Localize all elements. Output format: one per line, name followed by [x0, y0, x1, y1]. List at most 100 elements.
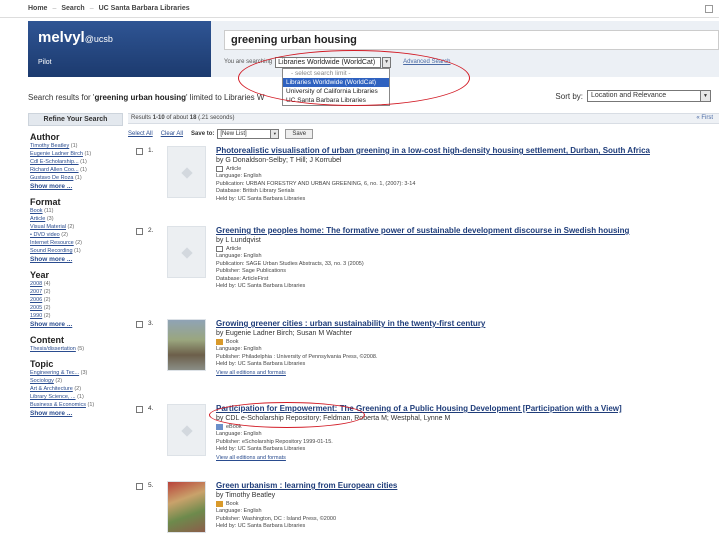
result-checkbox[interactable]	[136, 483, 143, 490]
facet-link[interactable]: Sound Recording	[30, 248, 73, 254]
facet-item: Sound Recording (1)	[30, 247, 123, 255]
result-body: Green urbanism : learning from European …	[216, 481, 716, 531]
facet-link[interactable]: Book	[30, 208, 43, 214]
first-page-link[interactable]: « First	[696, 114, 713, 123]
result-meta: Language: English	[216, 253, 262, 259]
clear-all-link[interactable]: Clear All	[161, 131, 183, 137]
facet-count: (1)	[87, 402, 95, 408]
result-meta: Database: British Library Serials	[216, 188, 295, 194]
facet-link[interactable]: Internet Resource	[30, 240, 74, 246]
facet-link[interactable]: 1990	[30, 313, 42, 319]
facet-group: Author Timothy Beatley (1) Eugenie Ladner …	[28, 132, 123, 191]
result-authors: by Timothy Beatley	[216, 492, 276, 499]
list-select[interactable]: [New List] ▼	[217, 129, 280, 139]
facet-group: Content Thesis/dissertation (5)	[28, 335, 123, 353]
facet-link[interactable]: Gustavo De Roza	[30, 175, 73, 181]
facet-count: (3)	[46, 216, 54, 222]
result-meta: Publisher: Washington, DC : Island Press…	[216, 515, 337, 522]
sort-select[interactable]: Location and Relevance ▼	[587, 90, 711, 102]
result-meta: Language: English	[216, 346, 262, 352]
facet-count: (1)	[70, 143, 78, 149]
facet-link[interactable]: 2008	[30, 281, 42, 287]
facet-item: Art & Architecture (2)	[30, 385, 123, 393]
article-icon	[216, 166, 223, 172]
facet-link[interactable]: Visual Material	[30, 224, 66, 230]
facet-item: Engineering & Tec... (3)	[30, 369, 123, 377]
facet-link[interactable]: Richard Allen Coo...	[30, 167, 79, 173]
show-more-link[interactable]: Show more ...	[30, 182, 123, 191]
facet-item: Internet Resource (2)	[30, 239, 123, 247]
result-format: Book	[216, 500, 716, 508]
result-checkbox[interactable]	[136, 321, 143, 328]
facet-link[interactable]: 2005	[30, 305, 42, 311]
view-all-editions-link[interactable]: View all editions and formats	[216, 454, 716, 462]
result-thumbnail[interactable]	[167, 226, 206, 278]
facet-link[interactable]: Sociology	[30, 378, 54, 384]
result-title-link[interactable]: Photorealistic visualisation of urban gr…	[216, 146, 716, 156]
melvyl-logo[interactable]: melvyl@ucsb Pilot	[28, 21, 211, 77]
select-all-link[interactable]: Select All	[128, 131, 153, 137]
result-checkbox[interactable]	[136, 148, 143, 155]
chevron-down-icon: ▼	[270, 130, 279, 138]
facet-item: Business & Economics (1)	[30, 401, 123, 409]
facet-link[interactable]: Thesis/dissertation	[30, 346, 76, 352]
save-button[interactable]: Save	[285, 129, 314, 139]
facet-item: 2007 (2)	[30, 288, 123, 296]
facet-item: 2008 (4)	[30, 280, 123, 288]
show-more-link[interactable]: Show more ...	[30, 320, 123, 329]
facet-item: • DVD video (2)	[30, 231, 123, 239]
facet-link[interactable]: Art & Architecture	[30, 386, 73, 392]
facet-item: Gustavo De Roza (1)	[30, 174, 123, 182]
book-icon	[216, 501, 223, 507]
pilot-label: Pilot	[38, 59, 52, 66]
result-meta: Publisher: eScholarship Repository 1999-…	[216, 438, 333, 445]
result-thumbnail[interactable]	[167, 146, 206, 198]
result-meta: Publication: URBAN FORESTRY AND URBAN GR…	[216, 180, 416, 187]
nav-library[interactable]: UC Santa Barbara Libraries	[99, 5, 190, 12]
nav-home[interactable]: Home	[28, 5, 47, 12]
facet-count: (2)	[74, 386, 82, 392]
show-more-link[interactable]: Show more ...	[30, 409, 123, 418]
facet-item: Richard Allen Coo... (1)	[30, 166, 123, 174]
result-thumbnail[interactable]	[167, 319, 206, 371]
result-title-link[interactable]: Growing greener cities : urban sustainab…	[216, 319, 716, 329]
facet-link[interactable]: 2006	[30, 297, 42, 303]
facet-link[interactable]: Timothy Beatley	[30, 143, 69, 149]
result-meta: Held by: UC Santa Barbara Libraries	[216, 283, 306, 289]
facet-count: (2)	[67, 224, 75, 230]
facet-link[interactable]: Library Science, ...	[30, 394, 76, 400]
window-box-icon[interactable]	[705, 5, 713, 13]
facet-item: Cdl E-Scholarship... (1)	[30, 158, 123, 166]
book-icon	[216, 339, 223, 345]
facet-link[interactable]: Engineering & Tec...	[30, 370, 79, 376]
facet-link[interactable]: Eugenie Ladner Birch	[30, 151, 83, 157]
facet-link[interactable]: Cdl E-Scholarship...	[30, 159, 79, 165]
result-meta: Publication: SAGE Urban Studies Abstract…	[216, 260, 364, 267]
result-meta: Language: English	[216, 431, 262, 437]
facet-item: Sociology (2)	[30, 377, 123, 385]
result-meta: Held by: UC Santa Barbara Libraries	[216, 361, 306, 367]
result-thumbnail[interactable]	[167, 481, 206, 533]
result-title-link[interactable]: Green urbanism : learning from European …	[216, 481, 716, 491]
refine-heading: Refine Your Search	[28, 113, 123, 126]
facet-title: Format	[30, 197, 61, 207]
facet-link[interactable]: • DVD video	[30, 232, 60, 238]
view-all-editions-link[interactable]: View all editions and formats	[216, 369, 716, 377]
result-meta: Held by: UC Santa Barbara Libraries	[216, 446, 306, 452]
result-title-link[interactable]: Greening the peoples home: The formative…	[216, 226, 716, 236]
result-meta: Held by: UC Santa Barbara Libraries	[216, 523, 306, 529]
show-more-link[interactable]: Show more ...	[30, 255, 123, 264]
result-thumbnail[interactable]	[167, 404, 206, 456]
search-input[interactable]: greening urban housing	[224, 30, 719, 50]
result-number: 5.	[148, 482, 154, 489]
nav-search[interactable]: Search	[61, 5, 84, 12]
facet-link[interactable]: Business & Economics	[30, 402, 86, 408]
facet-link[interactable]: Article	[30, 216, 45, 222]
facet-link[interactable]: 2007	[30, 289, 42, 295]
result-meta: Language: English	[216, 508, 262, 514]
result-meta: Publisher: Sage Publications	[216, 268, 287, 274]
result-checkbox[interactable]	[136, 228, 143, 235]
article-icon	[216, 246, 223, 252]
result-checkbox[interactable]	[136, 406, 143, 413]
facet-item: Visual Material (2)	[30, 223, 123, 231]
